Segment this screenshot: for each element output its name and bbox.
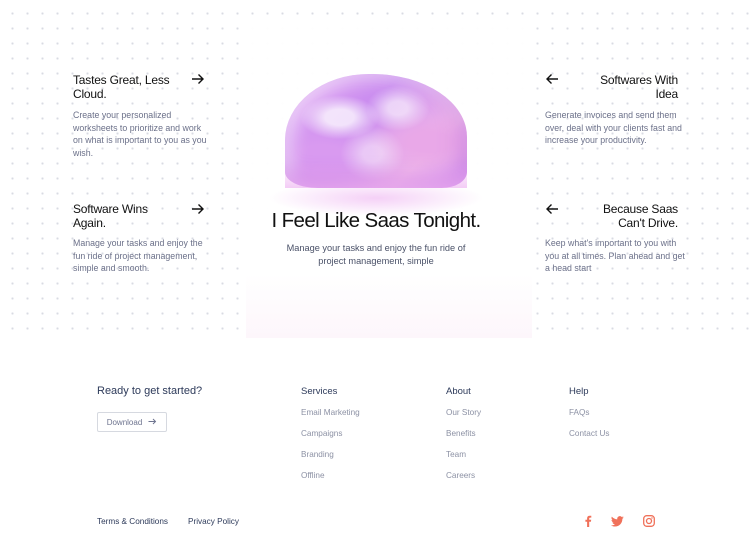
arrow-right-icon — [148, 418, 157, 427]
cta-title: Ready to get started? — [97, 385, 203, 397]
feature-title-3: Software Wins Again. — [73, 202, 148, 230]
privacy-link[interactable]: Privacy Policy — [188, 517, 239, 526]
feature-title-1: Tastes Great, Less Cloud. — [73, 73, 170, 101]
feature-desc-1: Create your personalized worksheets to p… — [73, 110, 207, 158]
footer-link[interactable]: Campaigns — [301, 429, 342, 438]
arrow-right-icon[interactable] — [191, 203, 205, 218]
footer-link[interactable]: Branding — [301, 450, 334, 459]
feature-desc-3: Manage your tasks and enjoy the fun ride… — [73, 238, 203, 274]
footer-link[interactable]: Offline — [301, 471, 325, 480]
feature-title-2: Softwares With Idea — [600, 73, 678, 101]
download-button-label: Download — [106, 417, 143, 427]
footer-link[interactable]: FAQs — [569, 408, 589, 417]
arrow-left-icon[interactable] — [545, 73, 559, 88]
terms-link[interactable]: Terms & Conditions — [97, 517, 168, 526]
feature-desc-2: Generate invoices and send them over, de… — [545, 110, 682, 146]
footer-heading-services: Services — [301, 386, 338, 397]
footer-heading-help: Help — [569, 386, 589, 397]
arrow-right-icon[interactable] — [191, 73, 205, 88]
footer-link[interactable]: Benefits — [446, 429, 476, 438]
arrow-left-icon[interactable] — [545, 203, 559, 218]
instagram-icon[interactable] — [642, 514, 656, 528]
download-button[interactable]: Download — [97, 412, 167, 432]
footer-link[interactable]: Careers — [446, 471, 475, 480]
feature-desc-4: Keep what's important to you with you at… — [545, 238, 685, 274]
footer-link[interactable]: Contact Us — [569, 429, 610, 438]
footer-link[interactable]: Team — [446, 450, 466, 459]
footer-link[interactable]: Email Marketing — [301, 408, 360, 417]
hero-title: I Feel Like Saas Tonight. — [271, 209, 481, 232]
hero-subtitle: Manage your tasks and enjoy the fun ride… — [286, 243, 466, 266]
twitter-icon[interactable] — [610, 514, 624, 528]
footer-heading-about: About — [446, 386, 471, 397]
footer-link[interactable]: Our Story — [446, 408, 481, 417]
facebook-icon[interactable] — [581, 514, 595, 528]
feature-title-4: Because Saas Can't Drive. — [603, 202, 678, 230]
